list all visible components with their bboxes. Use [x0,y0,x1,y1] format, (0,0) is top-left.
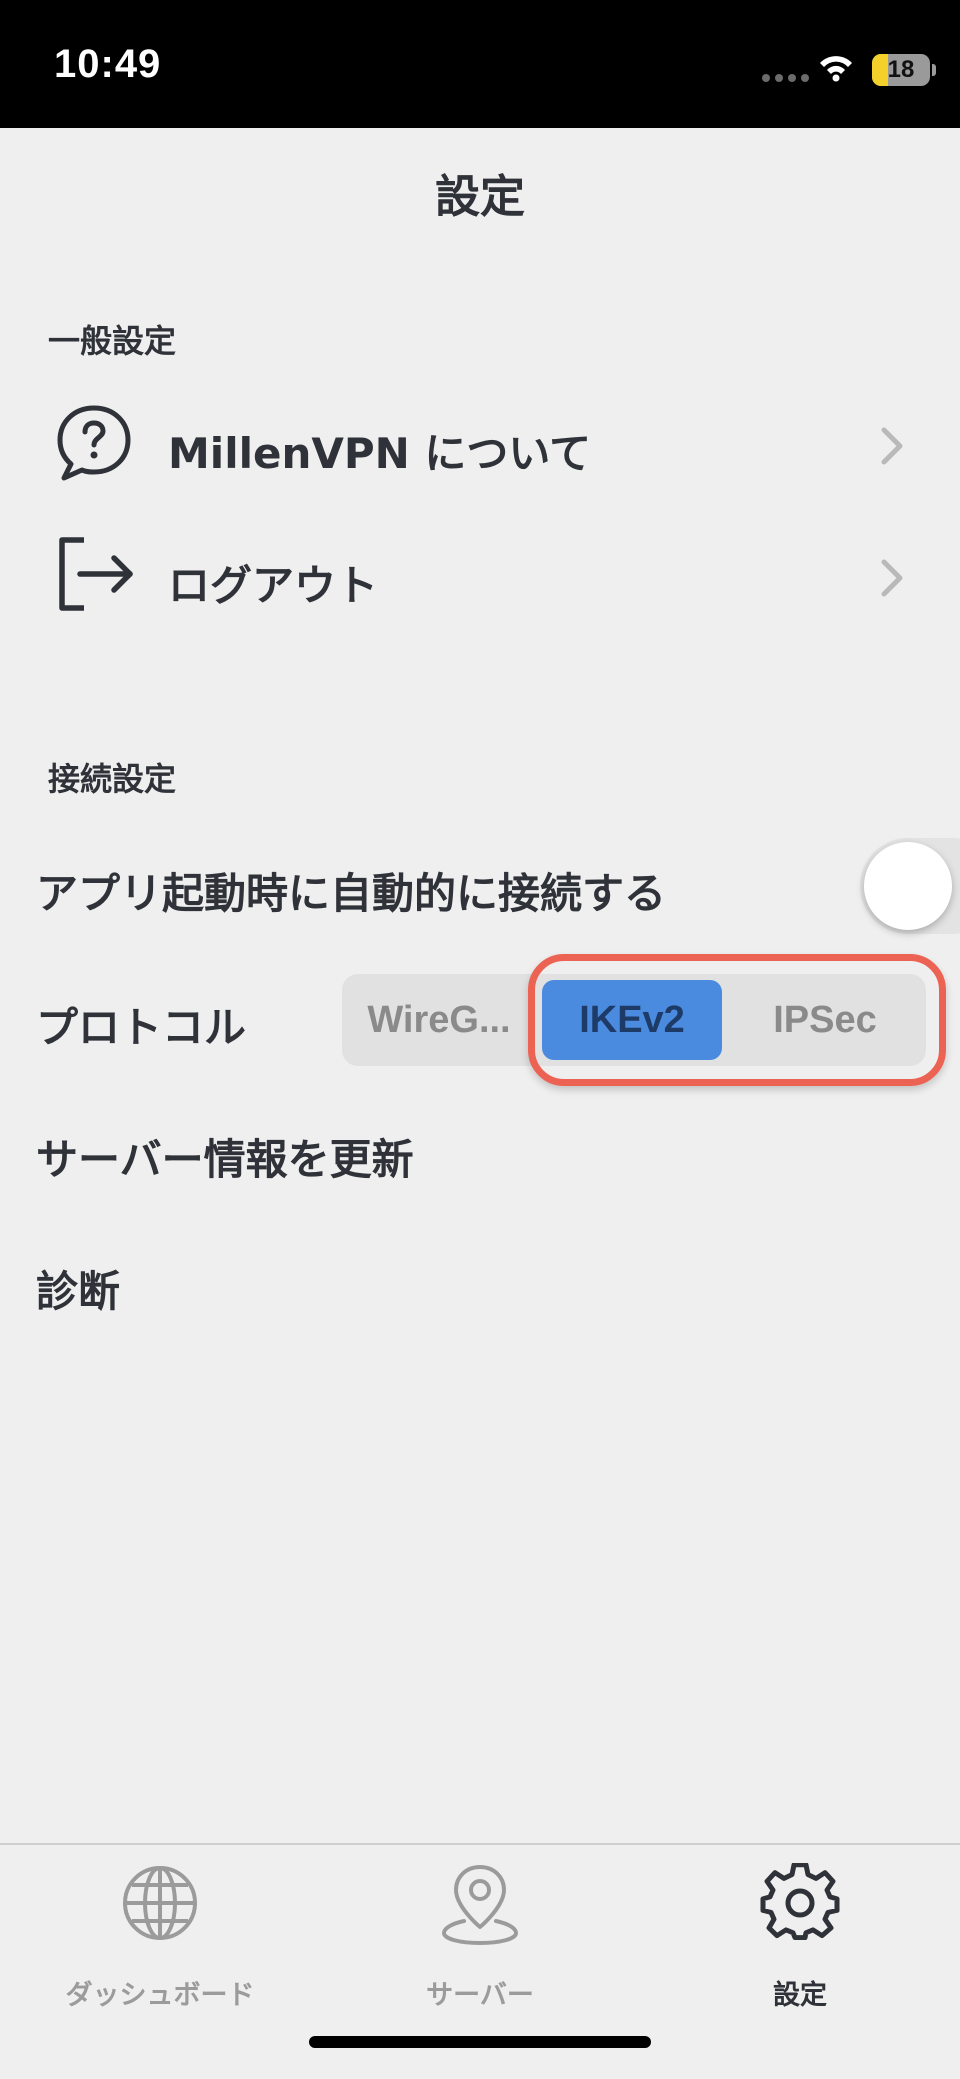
page-title: 設定 [434,170,525,223]
auto-connect-toggle[interactable] [860,838,960,934]
logout-label: ログアウト [168,561,379,610]
settings-screen: 10:49 18 設定 一般設定 MillenVPN について ログアウト 接続… [0,0,960,2079]
tab-servers-label: サーバー [426,1980,534,2011]
tab-servers[interactable]: サーバー [320,1863,640,2011]
logout-row[interactable]: ログアウト [0,524,960,634]
protocol-option-wireguard[interactable]: WireG... [342,980,536,1060]
refresh-server-info-button[interactable]: サーバー情報を更新 [36,1126,414,1187]
chevron-right-icon [881,559,903,597]
toggle-knob [864,842,952,930]
about-millenvpn-row[interactable]: MillenVPN について [0,392,960,502]
auto-connect-label: アプリ起動時に自動的に接続する [36,869,667,918]
section-general-label: 一般設定 [48,322,177,360]
cellular-signal-icon [762,74,809,82]
tab-settings[interactable]: 設定 [640,1863,960,2011]
logout-icon [59,537,133,611]
about-millenvpn-label: MillenVPN について [168,429,592,478]
gear-icon [760,1863,840,1941]
wifi-icon [820,56,852,82]
battery-nub [932,64,936,76]
map-pin-icon [441,1865,519,1946]
globe-icon [123,1866,197,1940]
battery-icon: 18 [872,54,930,86]
tab-dashboard[interactable]: ダッシュボード [0,1863,320,2011]
protocol-label: プロトコル [36,1003,247,1052]
chevron-right-icon [881,427,903,465]
home-indicator [309,2036,651,2048]
annotation-highlight [528,954,946,1086]
battery-level: 18 [887,56,915,83]
status-bar: 10:49 18 [0,0,960,128]
tab-settings-label: 設定 [773,1980,827,2011]
section-connection-label: 接続設定 [48,760,177,798]
diagnose-button[interactable]: 診断 [36,1258,120,1319]
status-time: 10:49 [54,42,162,86]
tab-dashboard-label: ダッシュボード [65,1980,255,2011]
help-bubble-icon [57,405,131,481]
